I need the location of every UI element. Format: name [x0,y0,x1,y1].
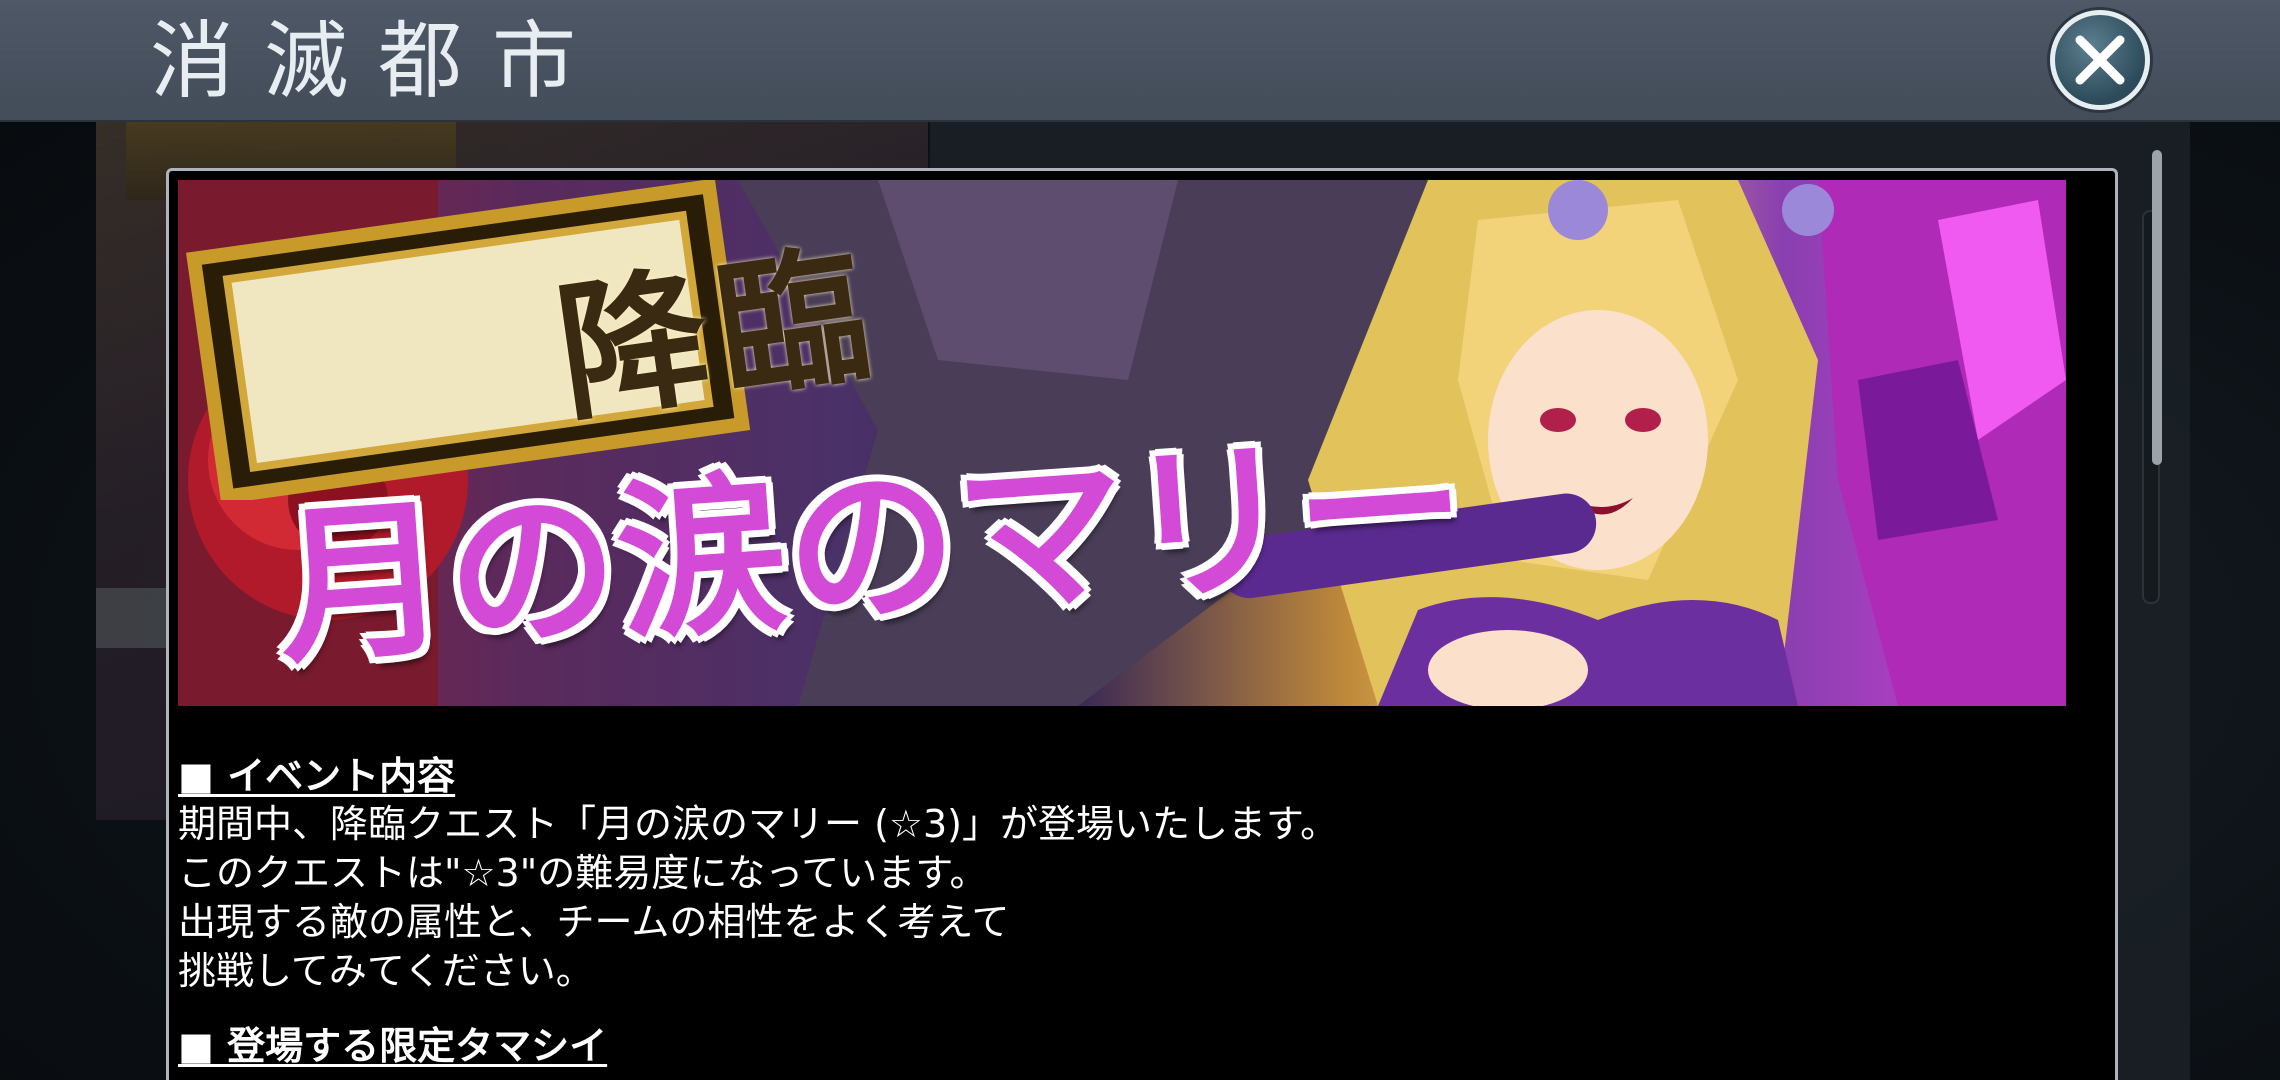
section-heading-limited-souls: ■ 登場する限定タマシイ [178,1024,608,1068]
event-banner-image: 降臨 月の涙のマリー [178,180,2066,706]
header-bar: 消滅都市 [0,0,2280,122]
section-heading-event-details: ■ イベント内容 [178,754,456,798]
description-line: 出現する敵の属性と、チームの相性をよく考えて [178,900,1010,944]
description-line: 挑戦してみてください。 [178,949,594,993]
event-description: ■ イベント内容 期間中、降臨クエスト「月の涙のマリー (☆3)」が登場いたしま… [178,752,2058,1070]
screen: 消滅都市 降臨 月の涙のマリー ■ イベント内容 期間中、降臨クエスト「月の涙の… [0,0,2280,1080]
description-line: 期間中、降臨クエスト「月の涙のマリー (☆3)」が登場いたします。 [178,802,1339,846]
close-icon [2075,35,2125,85]
page-title: 消滅都市 [150,12,607,110]
description-line: このクエストは"☆3"の難易度になっています。 [178,851,988,895]
scrollbar-thumb[interactable] [2152,150,2162,465]
close-button[interactable] [2050,10,2150,110]
background-tab [96,588,176,648]
